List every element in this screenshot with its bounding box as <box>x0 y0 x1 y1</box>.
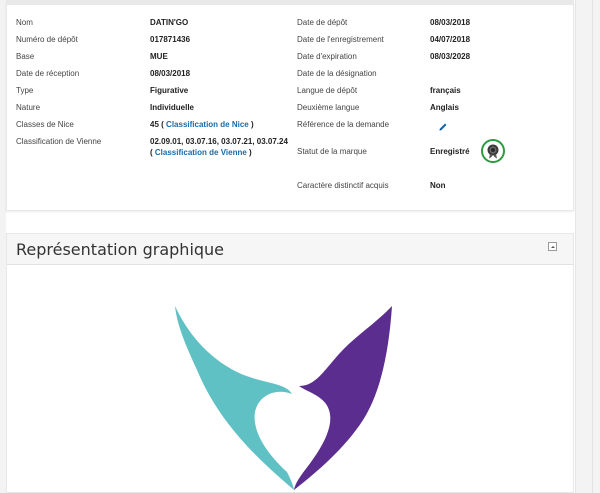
value-nature: Individuelle <box>150 103 195 112</box>
label-base: Base <box>16 52 35 61</box>
label-deposit-date: Date de dépôt <box>297 18 348 27</box>
nice-open-paren: ( <box>161 120 164 129</box>
value-filing-number: 017871436 <box>150 35 191 44</box>
ribbon-icon <box>487 144 499 159</box>
label-acquired-distinctiveness: Caractère distinctif acquis <box>297 181 389 190</box>
label-registration-date: Date de l'enregistrement <box>297 35 384 44</box>
details-panel: Nom DATIN'GO Numéro de dépôt 017871436 B… <box>6 0 574 211</box>
value-type: Figurative <box>150 86 189 95</box>
scrollbar[interactable] <box>592 0 593 493</box>
label-nice-classes: Classes de Nice <box>16 120 74 129</box>
pencil-icon[interactable] <box>438 119 448 131</box>
value-expiration-date: 08/03/2028 <box>430 52 471 61</box>
trademark-page: Nom DATIN'GO Numéro de dépôt 017871436 B… <box>0 0 600 493</box>
vienna-open-paren: ( <box>150 148 153 157</box>
label-vienna-classification: Classification de Vienne <box>16 137 102 146</box>
value-acquired-distinctiveness: Non <box>430 181 446 190</box>
graphic-representation-panel: Représentation graphique <box>6 233 574 493</box>
value-second-language: Anglais <box>430 103 459 112</box>
label-filing-number: Numéro de dépôt <box>16 35 78 44</box>
nice-classification-link[interactable]: Classification de Nice <box>166 120 249 129</box>
label-nature: Nature <box>16 103 41 112</box>
label-type: Type <box>16 86 34 95</box>
label-name: Nom <box>16 18 33 27</box>
label-second-language: Deuxième langue <box>297 103 360 112</box>
label-expiration-date: Date d'expiration <box>297 52 357 61</box>
nice-class-number: 45 <box>150 120 159 129</box>
value-registration-date: 04/07/2018 <box>430 35 471 44</box>
label-filing-language: Langue de dépôt <box>297 86 358 95</box>
logo-right-wing <box>294 306 392 490</box>
nice-close-paren: ) <box>250 120 254 129</box>
value-filing-language: français <box>430 86 461 95</box>
label-designation-date: Date de la désignation <box>297 69 377 78</box>
value-vienna-classification: 02.09.01, 03.07.16, 03.07.21, 03.07.24 (… <box>150 136 290 158</box>
value-base: MUE <box>150 52 168 61</box>
value-name: DATIN'GO <box>150 18 189 27</box>
graphic-panel-title: Représentation graphique <box>16 240 225 259</box>
vienna-codes: 02.09.01, 03.07.16, 03.07.21, 03.07.24 <box>150 137 288 146</box>
label-reception-date: Date de réception <box>16 69 80 78</box>
vienna-close-paren: ) <box>249 148 252 157</box>
trademark-logo-image <box>175 306 392 490</box>
vienna-classification-link[interactable]: Classification de Vienne <box>155 148 247 157</box>
registered-badge <box>481 139 505 163</box>
value-deposit-date: 08/03/2018 <box>430 18 471 27</box>
value-reception-date: 08/03/2018 <box>150 69 191 78</box>
chevron-up-icon[interactable] <box>548 242 557 251</box>
value-mark-status: Enregistré <box>430 147 470 156</box>
right-rail <box>575 0 600 493</box>
logo-left-wing <box>175 306 294 490</box>
value-nice-classes: 45 ( Classification de Nice ) <box>150 119 254 130</box>
label-mark-status: Statut de la marque <box>297 147 367 156</box>
graphic-panel-header: Représentation graphique <box>7 234 573 265</box>
label-application-reference: Référence de la demande <box>297 120 390 129</box>
